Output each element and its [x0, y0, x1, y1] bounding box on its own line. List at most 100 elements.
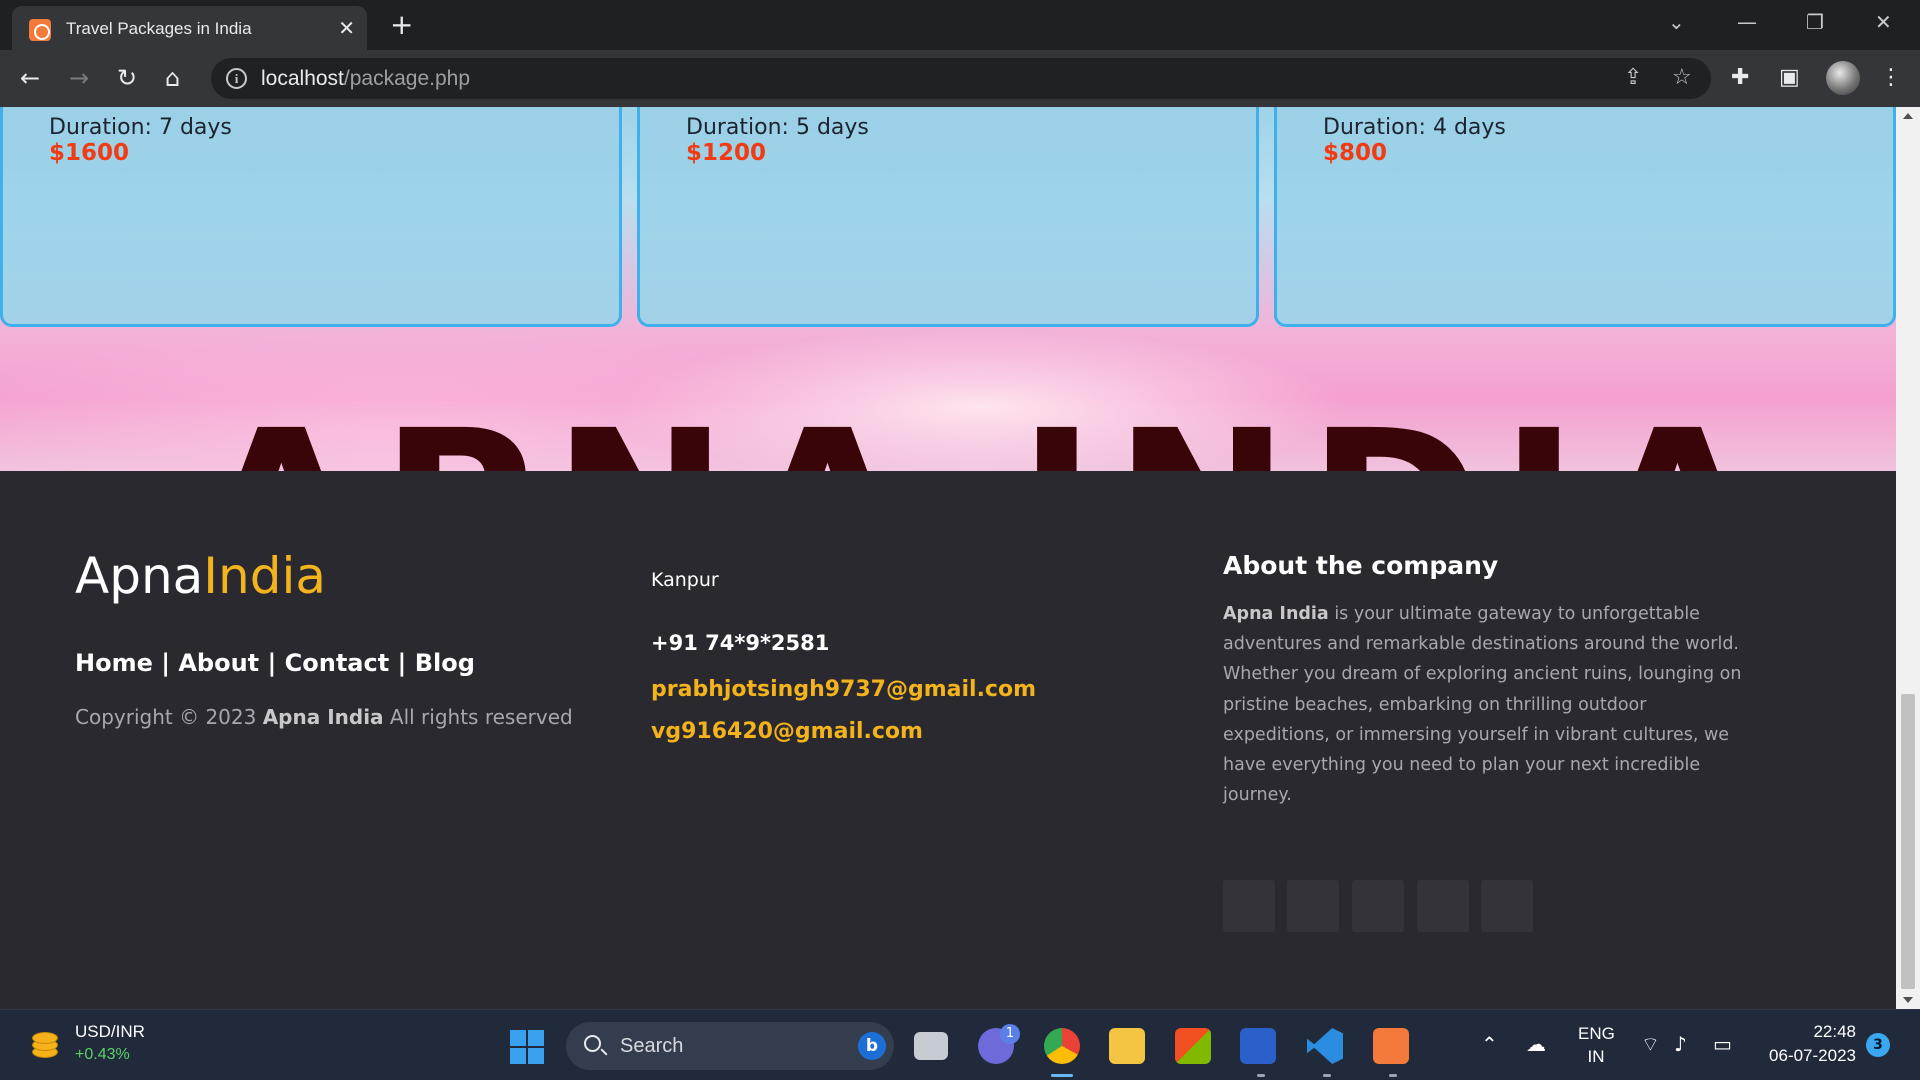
about-body: is your ultimate gateway to unforgettabl…	[1223, 604, 1742, 806]
site-footer: ApnaIndia Home | About | Contact | Blog …	[0, 471, 1896, 1009]
social-icon-button[interactable]	[1352, 880, 1404, 932]
site-info-icon[interactable]: i	[226, 68, 247, 89]
ticker-change: +0.43%	[75, 1046, 130, 1063]
profile-avatar[interactable]	[1826, 61, 1860, 95]
copyright-prefix: Copyright © 2023	[75, 705, 263, 729]
task-view-icon[interactable]	[914, 1032, 948, 1060]
xampp-icon[interactable]	[1373, 1028, 1409, 1064]
language-line1[interactable]: ENG	[1578, 1024, 1615, 1044]
url-path: /package.php	[343, 67, 470, 90]
footer-link-contact[interactable]: Contact	[285, 649, 390, 677]
close-window-button[interactable]: ✕	[1875, 10, 1892, 34]
package-duration: Duration: 4 days	[1323, 115, 1506, 140]
footer-link-about[interactable]: About	[178, 649, 259, 677]
link-separator: |	[389, 649, 415, 677]
package-price: $800	[1323, 140, 1388, 166]
currency-coins-icon[interactable]	[28, 1028, 62, 1062]
copyright-suffix: All rights reserved	[383, 705, 573, 729]
show-hidden-icons-chevron-icon[interactable]: ⌃	[1481, 1032, 1498, 1056]
word-icon[interactable]	[1240, 1028, 1276, 1064]
wifi-icon[interactable]: ⌔	[1641, 1032, 1660, 1056]
share-icon[interactable]: ⇪	[1624, 66, 1642, 90]
scroll-up-arrow-icon[interactable]	[1903, 113, 1913, 119]
copyright-text: Copyright © 2023 Apna India All rights r…	[75, 705, 573, 729]
back-arrow-icon[interactable]: ←	[20, 64, 40, 92]
microsoft-store-icon[interactable]	[1175, 1028, 1211, 1064]
browser-tab[interactable]: Travel Packages in India ✕	[12, 6, 367, 50]
search-icon	[584, 1035, 601, 1052]
scroll-down-arrow-icon[interactable]	[1903, 997, 1913, 1003]
package-card[interactable]: Duration: 7 days $1600	[0, 107, 622, 327]
footer-logo[interactable]: ApnaIndia	[75, 547, 326, 605]
restore-button[interactable]: ❐	[1806, 10, 1824, 34]
home-icon[interactable]: ⌂	[165, 64, 180, 92]
page-scrollbar[interactable]	[1896, 107, 1920, 1009]
side-panel-icon[interactable]: ▣	[1779, 64, 1800, 92]
about-brand: Apna India	[1223, 604, 1329, 624]
chat-badge: 1	[1000, 1024, 1020, 1044]
footer-link-home[interactable]: Home	[75, 649, 153, 677]
bookmark-star-icon[interactable]: ☆	[1672, 66, 1692, 90]
forward-arrow-icon[interactable]: →	[69, 64, 89, 92]
new-tab-button[interactable]: +	[390, 9, 413, 41]
battery-icon[interactable]: ▭	[1713, 1032, 1732, 1056]
tab-close-icon[interactable]: ✕	[338, 16, 355, 40]
windows-taskbar: USD/INR +0.43% Search b 1 ⌃ ☁ ENG IN ⌔ ♪…	[0, 1009, 1920, 1080]
footer-link-blog[interactable]: Blog	[415, 649, 475, 677]
package-card[interactable]: Duration: 5 days $1200	[637, 107, 1259, 327]
contact-email-link[interactable]: prabhjotsingh9737@gmail.com	[651, 677, 1036, 702]
link-separator: |	[259, 649, 285, 677]
package-card[interactable]: Duration: 4 days $800	[1274, 107, 1896, 327]
notification-count-badge[interactable]: 3	[1866, 1033, 1890, 1057]
browser-tab-bar: Travel Packages in India ✕ + ⌄ — ❐ ✕	[0, 0, 1920, 50]
contact-phone[interactable]: +91 74*9*2581	[651, 631, 829, 655]
package-duration: Duration: 5 days	[686, 115, 869, 140]
search-label: Search	[620, 1035, 684, 1057]
file-explorer-icon[interactable]	[1109, 1028, 1145, 1064]
onedrive-cloud-icon[interactable]: ☁	[1526, 1032, 1546, 1056]
contact-email-link[interactable]: vg916420@gmail.com	[651, 719, 923, 744]
contact-city: Kanpur	[651, 569, 719, 591]
package-price: $1600	[49, 140, 130, 166]
vscode-icon[interactable]	[1307, 1028, 1343, 1064]
package-duration: Duration: 7 days	[49, 115, 232, 140]
link-separator: |	[152, 649, 179, 677]
app-running-indicator	[1323, 1074, 1331, 1077]
xampp-favicon-icon	[29, 19, 51, 41]
page-viewport: APNA INDIA Duration: 7 days $1600 Durati…	[0, 107, 1896, 1009]
social-icon-button[interactable]	[1481, 880, 1533, 932]
app-running-indicator	[1257, 1074, 1265, 1077]
about-paragraph: Apna India is your ultimate gateway to u…	[1223, 599, 1753, 810]
scroll-thumb[interactable]	[1901, 694, 1915, 989]
chrome-icon[interactable]	[1044, 1028, 1080, 1064]
copyright-brand: Apna India	[262, 705, 384, 729]
menu-kebab-icon[interactable]: ⋮	[1880, 64, 1902, 92]
social-icon-button[interactable]	[1223, 880, 1275, 932]
url-host: localhost	[261, 67, 344, 90]
social-icon-button[interactable]	[1287, 880, 1339, 932]
about-heading: About the company	[1223, 551, 1499, 580]
tab-title: Travel Packages in India	[66, 19, 252, 38]
tab-search-icon[interactable]: ⌄	[1668, 10, 1685, 34]
volume-icon[interactable]: ♪	[1674, 1032, 1687, 1056]
social-icon-button[interactable]	[1417, 880, 1469, 932]
windows-start-icon[interactable]	[510, 1030, 544, 1064]
app-running-indicator	[1389, 1074, 1397, 1077]
language-line2[interactable]: IN	[1578, 1047, 1614, 1067]
clock-date[interactable]: 06-07-2023	[1756, 1046, 1856, 1066]
hero-title: APNA INDIA	[200, 403, 1777, 472]
url-text[interactable]: localhost/package.php	[261, 67, 470, 91]
minimize-button[interactable]: —	[1737, 10, 1757, 34]
address-bar[interactable]: i localhost/package.php ⇪ ☆	[211, 58, 1711, 99]
browser-toolbar: ← → ↻ ⌂ i localhost/package.php ⇪ ☆ ✚ ▣ …	[0, 50, 1920, 107]
logo-part-india: India	[203, 547, 326, 605]
reload-icon[interactable]: ↻	[117, 64, 137, 92]
clock-time[interactable]: 22:48	[1756, 1022, 1856, 1042]
bing-icon[interactable]: b	[858, 1032, 886, 1060]
taskbar-search-box[interactable]: Search b	[566, 1022, 894, 1070]
ticker-name[interactable]: USD/INR	[75, 1022, 145, 1042]
app-active-indicator	[1051, 1074, 1073, 1077]
extensions-puzzle-icon[interactable]: ✚	[1731, 64, 1749, 92]
logo-part-apna: Apna	[75, 547, 204, 605]
package-price: $1200	[686, 140, 767, 166]
